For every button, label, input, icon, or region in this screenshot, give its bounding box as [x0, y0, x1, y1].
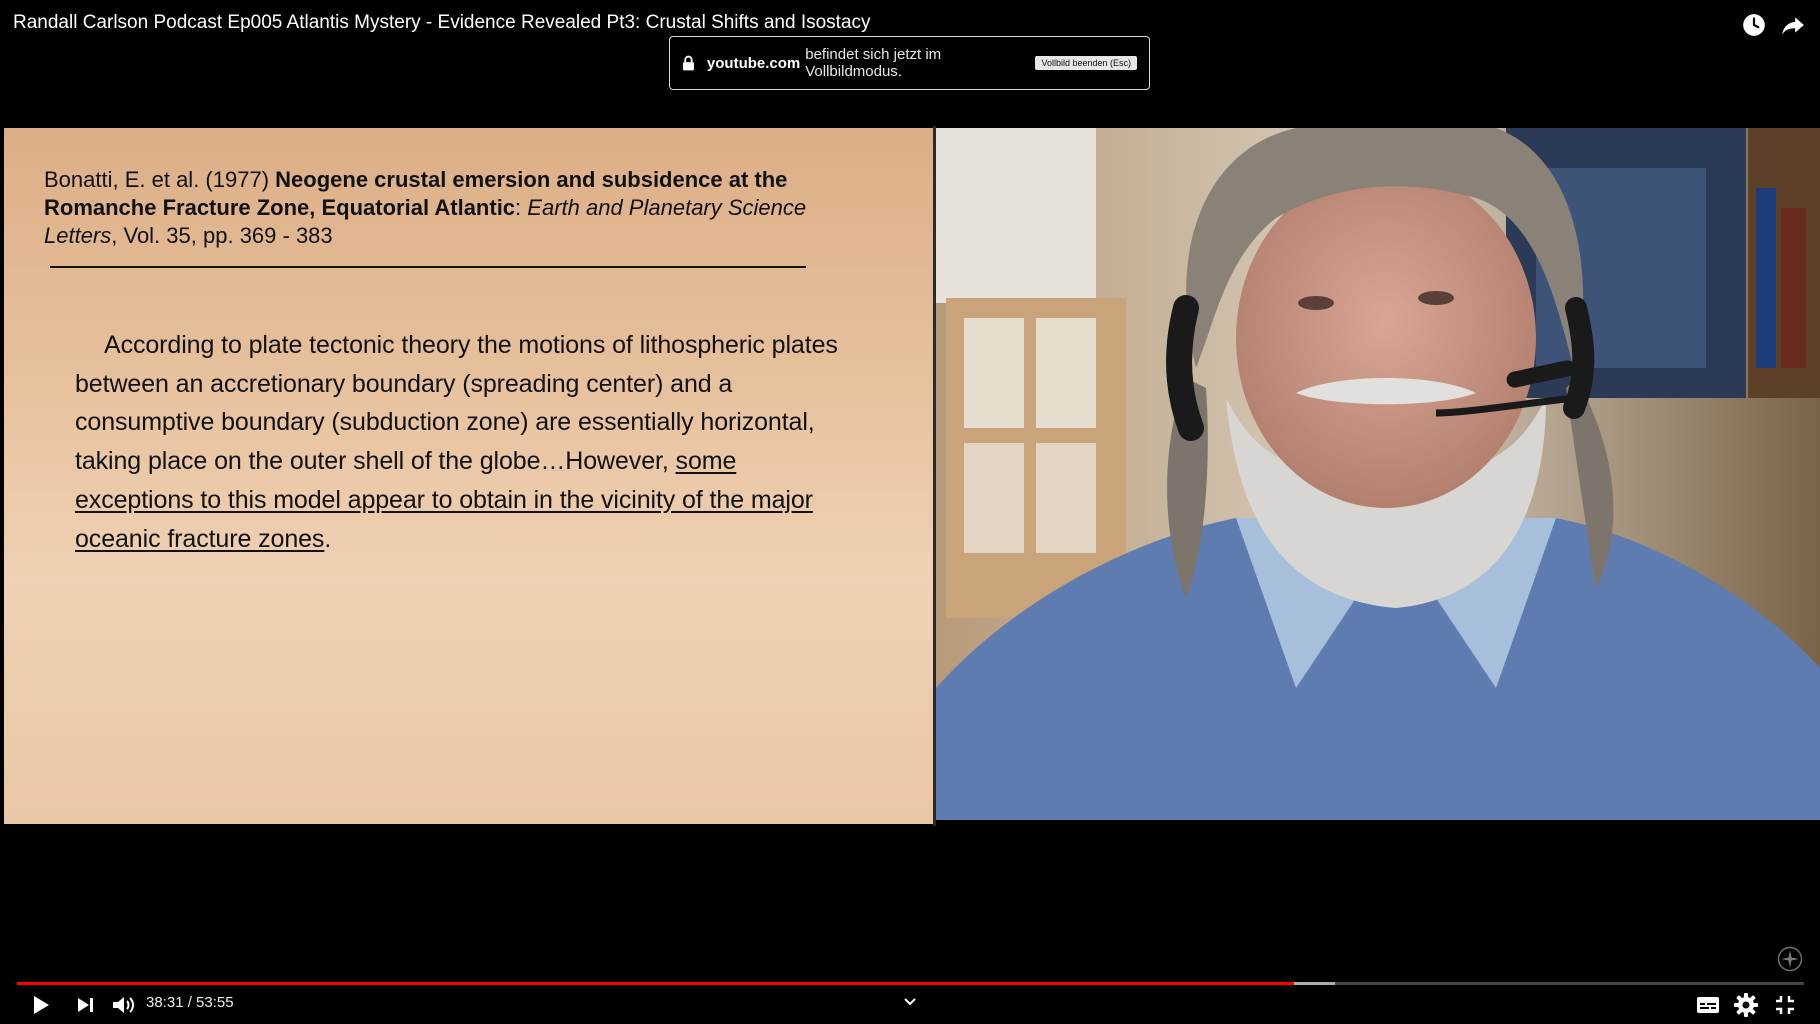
notice-domain: youtube.com: [706, 54, 801, 72]
video-title: Randall Carlson Podcast Ep005 Atlantis M…: [13, 12, 871, 33]
slide-quote: According to plate tectonic theory the m…: [75, 326, 855, 558]
fullscreen-notice: youtube.com befindet sich jetzt im Vollb…: [669, 36, 1150, 90]
quote-end: .: [324, 524, 332, 553]
clock-icon[interactable]: [1741, 12, 1767, 38]
exit-fullscreen-icon[interactable]: [1770, 990, 1800, 1020]
chevron-down-icon[interactable]: [900, 992, 920, 1012]
notice-message: befindet sich jetzt im Vollbildmodus.: [805, 46, 942, 80]
video-frame[interactable]: Bonatti, E. et al. (1977) Neogene crusta…: [0, 126, 1820, 826]
exit-fullscreen-button[interactable]: Vollbild beenden (Esc): [1035, 56, 1137, 70]
citation-authors: Bonatti, E. et al. (1977): [44, 167, 270, 192]
next-icon[interactable]: [70, 990, 100, 1020]
speaker-webcam-image: [936, 128, 1820, 820]
slide-divider: [50, 266, 806, 268]
volume-icon[interactable]: [108, 990, 138, 1020]
citation-separator: :: [515, 195, 522, 220]
play-icon[interactable]: [25, 990, 55, 1020]
subtitles-icon[interactable]: [1693, 990, 1723, 1020]
progress-bar[interactable]: [17, 982, 1804, 985]
channel-watermark-icon[interactable]: [1777, 946, 1803, 972]
lock-icon: [682, 55, 694, 71]
share-icon[interactable]: [1780, 12, 1806, 38]
slide-citation: Bonatti, E. et al. (1977) Neogene crusta…: [44, 166, 824, 250]
citation-tail: , Vol. 35, pp. 369 - 383: [111, 223, 333, 248]
time-display: 38:31 / 53:55: [146, 994, 234, 1011]
progress-played: [17, 982, 1294, 985]
gear-icon[interactable]: [1731, 990, 1761, 1020]
presentation-slide: Bonatti, E. et al. (1977) Neogene crusta…: [4, 128, 933, 824]
